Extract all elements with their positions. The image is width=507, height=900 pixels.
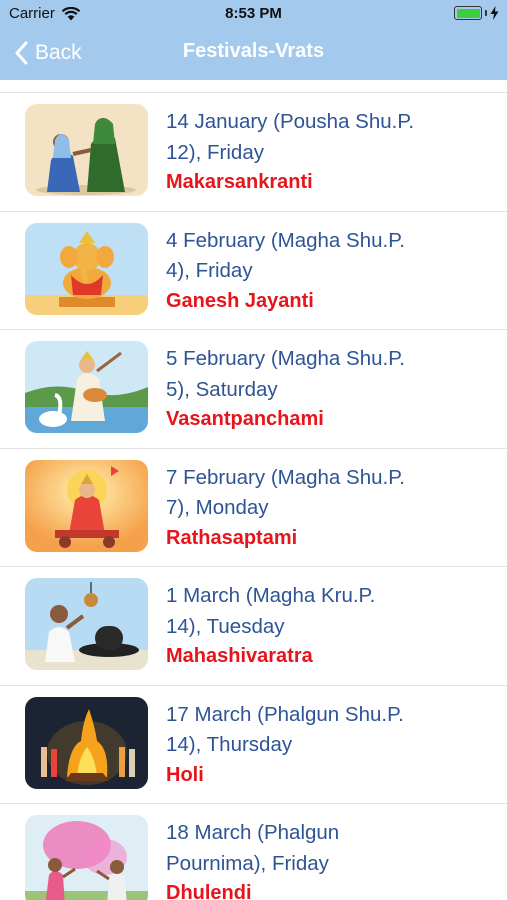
festival-date-line2: 14), Thursday bbox=[166, 733, 293, 756]
festival-text: 18 March (Phalgun Pournima), Friday Dhul… bbox=[166, 818, 496, 900]
battery-icon bbox=[454, 6, 482, 20]
festival-name: Mahashivaratra bbox=[166, 645, 313, 667]
festival-row[interactable]: 7 February (Magha Shu.P. 7), Monday Rath… bbox=[0, 449, 507, 567]
festival-thumbnail bbox=[25, 696, 148, 789]
festival-date-line1: 7 February (Magha Shu.P. bbox=[166, 465, 405, 489]
festival-date-line2: 12), Friday bbox=[166, 140, 264, 164]
ganesha-idol-image bbox=[25, 222, 148, 315]
festival-date: 18 March (Phalgun Pournima), Friday bbox=[166, 818, 496, 879]
battery-level bbox=[456, 8, 480, 18]
festival-date: 17 March (Phalgun Shu.P. 14), Thursday bbox=[166, 700, 496, 761]
festival-thumbnail bbox=[25, 104, 148, 196]
festival-date: 4 February (Magha Shu.P. 4), Friday bbox=[166, 226, 496, 287]
navigation-bar: Back Festivals-Vrats bbox=[0, 28, 507, 80]
festival-date-line2: 14), Tuesday bbox=[166, 614, 285, 638]
battery-indicator bbox=[454, 6, 499, 20]
charging-bolt-icon bbox=[490, 6, 499, 20]
festival-text: 17 March (Phalgun Shu.P. 14), Thursday H… bbox=[166, 700, 496, 789]
festival-date-line2: 7), Monday bbox=[166, 496, 269, 519]
surya-on-chariot-image bbox=[25, 459, 148, 552]
festival-thumbnail bbox=[25, 578, 148, 670]
festival-row[interactable]: 5 February (Magha Shu.P. 5), Saturday Va… bbox=[0, 330, 507, 449]
festival-date: 14 January (Pousha Shu.P. 12), Friday bbox=[166, 107, 496, 168]
festival-date-line2: 5), Saturday bbox=[166, 377, 278, 401]
festival-name: Ganesh Jayanti bbox=[166, 289, 314, 312]
festival-thumbnail bbox=[25, 459, 148, 552]
battery-tip bbox=[485, 10, 487, 16]
festival-date-line1: 5 February (Magha Shu.P. bbox=[166, 347, 405, 370]
festival-date: 7 February (Magha Shu.P. 7), Monday bbox=[166, 463, 496, 524]
page-title: Festivals-Vrats bbox=[182, 40, 325, 62]
festival-text: 7 February (Magha Shu.P. 7), Monday Rath… bbox=[166, 463, 496, 552]
festival-thumbnail bbox=[25, 341, 148, 433]
festival-row[interactable]: 17 March (Phalgun Shu.P. 14), Thursday H… bbox=[0, 686, 507, 804]
festival-date-line1: 1 March (Magha Kru.P. bbox=[166, 584, 376, 607]
festival-row[interactable]: 1 March (Magha Kru.P. 14), Tuesday Mahas… bbox=[0, 567, 507, 686]
festival-date-line1: 17 March (Phalgun Shu.P. bbox=[166, 702, 404, 726]
status-time: 8:53 PM bbox=[225, 5, 282, 22]
two-women-greeting-image bbox=[25, 104, 148, 196]
festival-date-line1: 18 March (Phalgun bbox=[166, 821, 340, 844]
festival-date-line2: 4), Friday bbox=[166, 259, 253, 282]
festival-text: 4 February (Magha Shu.P. 4), Friday Gane… bbox=[166, 226, 496, 315]
festival-name: Rathasaptami bbox=[166, 526, 298, 549]
festival-text: 1 March (Magha Kru.P. 14), Tuesday Mahas… bbox=[166, 581, 496, 670]
festival-name: Dhulendi bbox=[166, 882, 252, 900]
festival-name: Makarsankranti bbox=[166, 171, 313, 193]
festival-name: Vasantpanchami bbox=[166, 408, 324, 430]
festival-date: 5 February (Magha Shu.P. 5), Saturday bbox=[166, 344, 496, 405]
festival-thumbnail bbox=[25, 222, 148, 315]
festival-row[interactable]: 14 January (Pousha Shu.P. 12), Friday Ma… bbox=[0, 93, 507, 212]
saraswati-with-swan-image bbox=[25, 341, 148, 433]
status-bar: Carrier 8:53 PM bbox=[0, 0, 507, 28]
festival-thumbnail bbox=[25, 815, 148, 900]
festival-date: 1 March (Magha Kru.P. 14), Tuesday bbox=[166, 581, 496, 642]
festival-name: Holi bbox=[166, 763, 204, 786]
festival-date-line1: 4 February (Magha Shu.P. bbox=[166, 228, 405, 252]
festival-date-line1: 14 January (Pousha Shu.P. bbox=[166, 110, 415, 133]
man-worshipping-shivling-image bbox=[25, 578, 148, 670]
holika-bonfire-image bbox=[25, 696, 148, 789]
header: Carrier 8:53 PM Back Festivals-Vrats bbox=[0, 0, 507, 80]
festival-date-line2: Pournima), Friday bbox=[166, 851, 329, 875]
festival-list: 14 January (Pousha Shu.P. 12), Friday Ma… bbox=[0, 92, 507, 900]
people-playing-colors-image bbox=[25, 815, 148, 900]
festival-row[interactable]: 4 February (Magha Shu.P. 4), Friday Gane… bbox=[0, 212, 507, 330]
festival-text: 5 February (Magha Shu.P. 5), Saturday Va… bbox=[166, 344, 496, 433]
festival-text: 14 January (Pousha Shu.P. 12), Friday Ma… bbox=[166, 107, 496, 196]
festival-row[interactable]: 18 March (Phalgun Pournima), Friday Dhul… bbox=[0, 804, 507, 900]
